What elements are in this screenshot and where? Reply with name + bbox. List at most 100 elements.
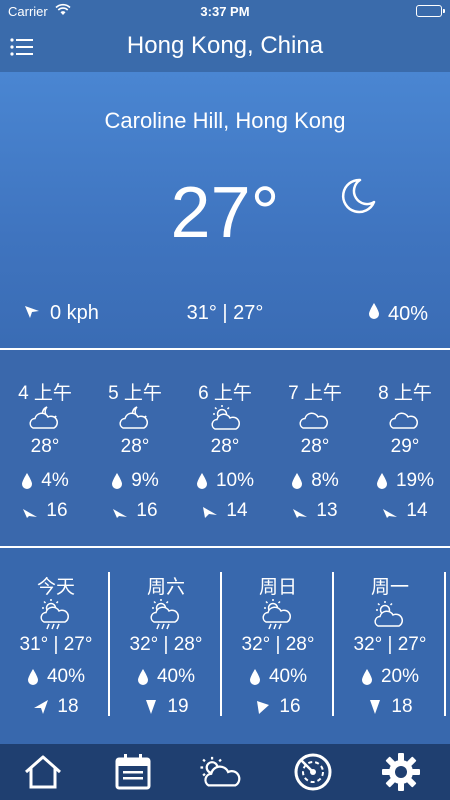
day-name: 周六	[146, 577, 185, 598]
hour-temperature: 28°	[300, 436, 330, 457]
day-wind-value: 16	[279, 696, 301, 717]
day-temperatures: 32° | 28°	[129, 634, 203, 655]
hour-precip: 10%	[180, 466, 270, 496]
thunderstorm-icon	[0, 598, 112, 632]
hour-precip: 9%	[90, 466, 180, 496]
hour-wind: 16	[0, 496, 90, 526]
hour-time: 7 上午	[288, 383, 342, 404]
day-wind: 19	[110, 692, 222, 722]
drop-icon	[376, 473, 387, 489]
day-wind: 18	[0, 692, 112, 722]
column-separator	[444, 572, 446, 716]
day-wind-value: 18	[391, 696, 413, 717]
calendar-icon[interactable]	[108, 750, 158, 794]
hour-temperature: 29°	[390, 436, 420, 457]
hour-precip-value: 10%	[215, 470, 255, 491]
partly-cloudy-night-icon	[90, 404, 180, 434]
day-precip: 20%	[334, 662, 446, 692]
day-temperatures: 31° | 27°	[19, 634, 93, 655]
current-temperature: 27°	[170, 173, 280, 253]
wind-direction-icon	[34, 700, 49, 714]
hour-precip-value: 19%	[395, 470, 435, 491]
drop-icon	[249, 669, 260, 685]
day-temperatures: 32° | 28°	[241, 634, 315, 655]
daily-item: 周一 32° | 27° 20% 18	[334, 572, 446, 722]
thunderstorm-icon	[222, 598, 334, 632]
moon-icon	[338, 176, 378, 216]
location-label: Caroline Hill, Hong Kong	[104, 108, 346, 133]
wind-direction-icon	[257, 701, 270, 714]
hour-time: 5 上午	[108, 383, 162, 404]
drop-icon	[368, 302, 380, 326]
hour-wind: 14	[360, 496, 450, 526]
partly-cloudy-day-icon	[334, 598, 446, 632]
hour-wind: 14	[180, 496, 270, 526]
wind-direction-icon	[203, 507, 218, 518]
radar-icon[interactable]	[288, 750, 338, 794]
drop-icon	[361, 669, 372, 685]
cloudy-icon	[360, 404, 450, 434]
hour-precip: 4%	[0, 466, 90, 496]
day-precip: 40%	[0, 662, 112, 692]
hour-precip: 8%	[270, 466, 360, 496]
drop-icon	[196, 473, 207, 489]
hour-precip: 19%	[360, 466, 450, 496]
drop-icon	[112, 473, 123, 489]
day-wind: 18	[334, 692, 446, 722]
status-bar: Carrier 3:37 PM	[0, 0, 450, 22]
daily-forecast[interactable]: 今天 31° | 27° 40% 18 周六 32° | 28° 40% 19 …	[0, 548, 450, 744]
day-wind: 16	[222, 692, 334, 722]
hour-wind-value: 16	[46, 500, 68, 521]
battery-icon	[416, 5, 445, 17]
hourly-item: 6 上午 28° 10% 14	[180, 378, 270, 526]
nav-bar: Hong Kong, China	[0, 22, 450, 72]
home-icon[interactable]	[18, 750, 68, 794]
drop-icon	[137, 669, 148, 685]
hour-temperature: 28°	[210, 436, 240, 457]
day-precip-value: 40%	[268, 666, 308, 687]
hourly-item: 4 上午 28° 4% 16	[0, 378, 90, 526]
partly-cloudy-night-icon	[0, 404, 90, 434]
day-wind-value: 19	[167, 696, 189, 717]
day-name: 周一	[370, 577, 409, 598]
hour-wind-value: 13	[316, 500, 338, 521]
humidity-value: 40%	[387, 302, 428, 325]
drop-icon	[27, 669, 38, 685]
drop-icon	[292, 473, 303, 489]
thunderstorm-icon	[110, 598, 222, 632]
wind-direction-icon	[383, 509, 398, 518]
status-time: 3:37 PM	[200, 4, 250, 19]
wind-direction-icon	[23, 509, 38, 518]
settings-icon[interactable]	[376, 750, 426, 794]
hourly-item: 5 上午 28° 9% 16	[90, 378, 180, 526]
hour-time: 8 上午	[378, 383, 432, 404]
hourly-item: 7 上午 28° 8% 13	[270, 378, 360, 526]
hour-temperature: 28°	[120, 436, 150, 457]
hourly-forecast[interactable]: 4 上午 28° 4% 16 5 上午 28° 9% 16 6 上午 28° 1…	[0, 350, 450, 546]
hour-precip-value: 4%	[41, 470, 69, 491]
hour-wind-value: 14	[406, 500, 428, 521]
hour-time: 6 上午	[198, 383, 252, 404]
weather-icon[interactable]	[196, 750, 246, 794]
hour-wind: 16	[90, 496, 180, 526]
daily-item: 周日 32° | 28° 40% 16	[222, 572, 334, 722]
day-precip-value: 20%	[380, 666, 420, 687]
wind-direction-icon	[146, 700, 157, 714]
day-name: 今天	[36, 577, 75, 598]
daily-item: 周六 32° | 28° 40% 19	[110, 572, 222, 722]
current-humidity: 40%	[368, 302, 428, 326]
day-wind-value: 18	[57, 696, 79, 717]
tab-bar	[0, 744, 450, 800]
day-name: 周日	[258, 577, 297, 598]
cloudy-icon	[270, 404, 360, 434]
day-precip: 40%	[222, 662, 334, 692]
hourly-item: 8 上午 29° 19% 14	[360, 378, 450, 526]
wind-direction-icon	[113, 509, 128, 518]
page-title[interactable]: Hong Kong, China	[0, 32, 450, 60]
hour-precip-value: 8%	[311, 470, 339, 491]
day-precip-value: 40%	[156, 666, 196, 687]
day-temperatures: 32° | 27°	[353, 634, 427, 655]
hour-wind-value: 16	[136, 500, 158, 521]
hour-time: 4 上午	[18, 383, 72, 404]
current-conditions: Caroline Hill, Hong Kong 27° 0 kph 31° |…	[0, 72, 450, 348]
